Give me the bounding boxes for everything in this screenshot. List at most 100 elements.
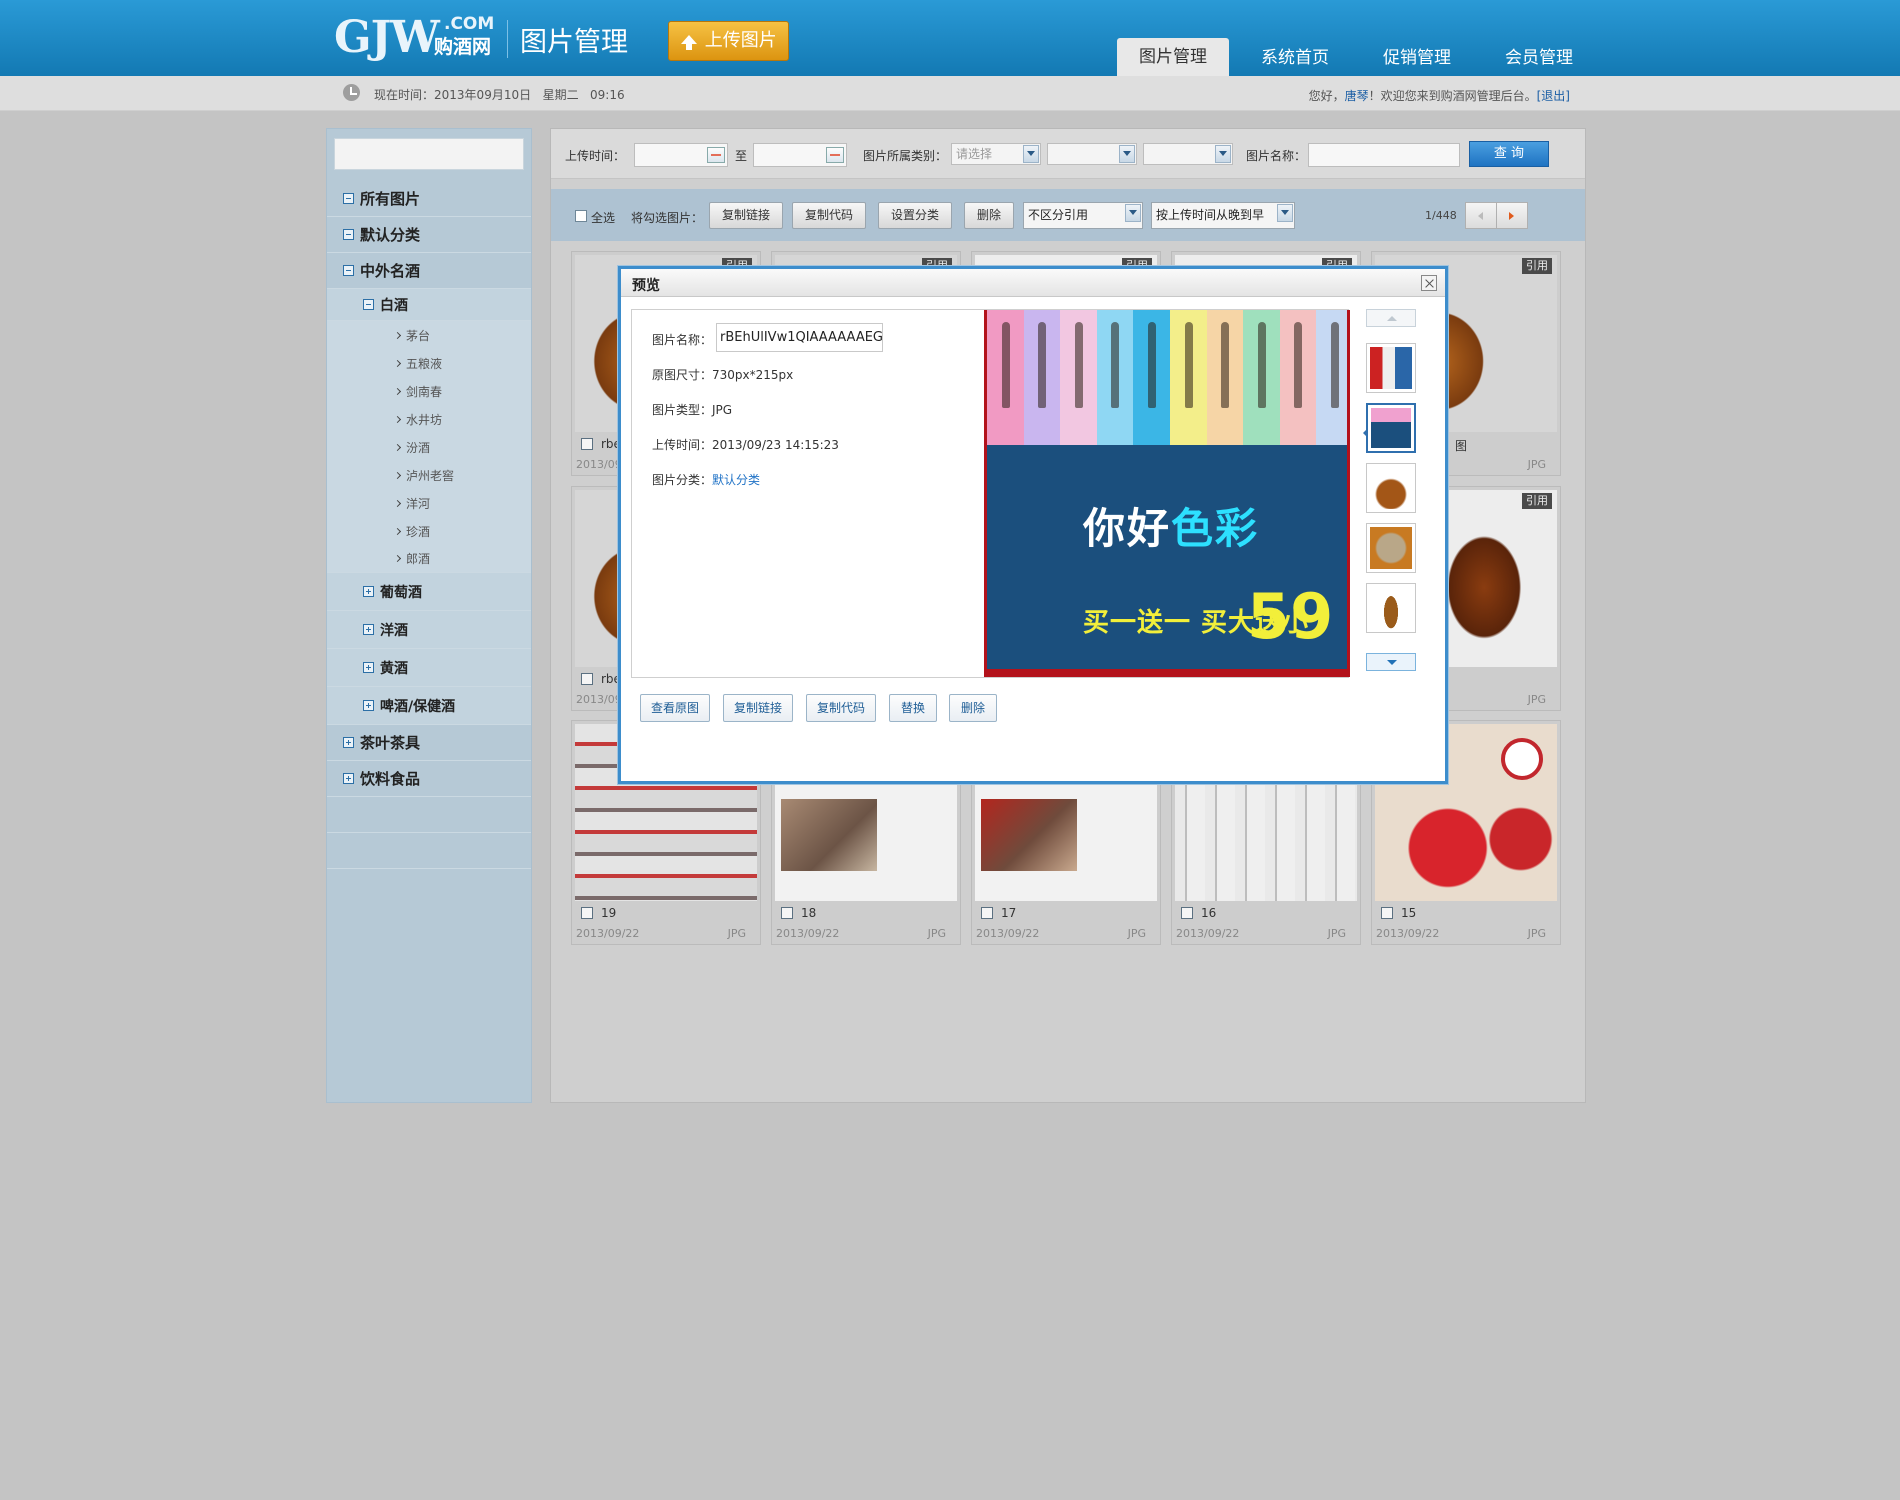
- category-row: 图片分类：默认分类: [652, 471, 760, 488]
- card-checkbox[interactable]: [1381, 907, 1393, 919]
- sidebar-item-foreign-liquor[interactable]: 洋酒: [327, 611, 531, 649]
- reference-filter-value: 不区分引用: [1028, 208, 1089, 222]
- category-select-1[interactable]: 请选择: [951, 143, 1041, 165]
- category-label: 图片分类：: [652, 473, 713, 487]
- logo[interactable]: GJW .COM 购酒网: [334, 12, 494, 63]
- tab-promotion[interactable]: 促销管理: [1361, 38, 1473, 76]
- thumb-scroll-down-button[interactable]: [1366, 653, 1416, 671]
- card-date: 2013/09: [576, 458, 622, 471]
- sidebar-item-liquor[interactable]: 中外名酒: [327, 253, 531, 289]
- expand-icon[interactable]: [343, 773, 354, 784]
- sidebar-leaf-yanghe[interactable]: 洋河: [327, 489, 531, 517]
- query-button[interactable]: 查 询: [1469, 141, 1549, 167]
- sidebar-item-food[interactable]: 饮料食品: [327, 761, 531, 797]
- thumbnail[interactable]: [1366, 583, 1416, 633]
- select-all-label[interactable]: 全选: [591, 209, 615, 226]
- name-label: 图片名称：: [652, 333, 713, 347]
- select-all-checkbox[interactable]: [575, 210, 587, 222]
- prev-page-button[interactable]: [1465, 202, 1497, 229]
- card-checkbox[interactable]: [581, 907, 593, 919]
- sidebar-leaf-langjiu[interactable]: 郎酒: [327, 545, 531, 573]
- sidebar-item-tea[interactable]: 茶叶茶具: [327, 725, 531, 761]
- thumbnail-active[interactable]: [1366, 403, 1416, 453]
- image-name-input[interactable]: [1308, 143, 1460, 167]
- sidebar-item-all[interactable]: 所有图片: [327, 181, 531, 217]
- batch-label: 将勾选图片：: [631, 211, 704, 225]
- clock-icon: [343, 84, 360, 101]
- sidebar-leaf-zhenjiu[interactable]: 珍酒: [327, 517, 531, 545]
- batch-copy-link-button[interactable]: 复制链接: [709, 202, 783, 229]
- batch-copy-code-button[interactable]: 复制代码: [792, 202, 866, 229]
- close-icon[interactable]: [1421, 275, 1437, 291]
- thumb-scroll-up-button[interactable]: [1366, 309, 1416, 327]
- next-page-button[interactable]: [1496, 202, 1528, 229]
- category-select-3[interactable]: [1143, 143, 1233, 165]
- delete-button[interactable]: 删除: [949, 694, 997, 722]
- collapse-icon[interactable]: [343, 265, 354, 276]
- top-header: GJW .COM 购酒网 图片管理 上传图片 图片管理 系统首页 促销管理 会员…: [0, 0, 1900, 76]
- tab-system-home[interactable]: 系统首页: [1239, 38, 1351, 76]
- card-checkbox[interactable]: [781, 907, 793, 919]
- dropdown-arrow-icon: [1023, 145, 1039, 163]
- sidebar-item-default[interactable]: 默认分类: [327, 217, 531, 253]
- arrow-up-icon: [1387, 316, 1397, 321]
- sidebar-item-beer[interactable]: 啤酒/保健酒: [327, 687, 531, 725]
- expand-icon[interactable]: [363, 624, 374, 635]
- batch-set-category-button[interactable]: 设置分类: [878, 202, 952, 229]
- batch-delete-button[interactable]: 删除: [964, 202, 1014, 229]
- collapse-icon[interactable]: [343, 193, 354, 204]
- sidebar-search-input[interactable]: [334, 138, 524, 170]
- card-checkbox[interactable]: [1181, 907, 1193, 919]
- tab-image-management[interactable]: 图片管理: [1117, 38, 1229, 76]
- sidebar-item-rice-wine[interactable]: 黄酒: [327, 649, 531, 687]
- sidebar-item-baijiu[interactable]: 白酒: [327, 289, 531, 321]
- expand-icon[interactable]: [343, 737, 354, 748]
- tab-members[interactable]: 会员管理: [1483, 38, 1595, 76]
- quality-seal-icon: [1501, 738, 1543, 780]
- sidebar-leaf-wuliangye[interactable]: 五粮液: [327, 349, 531, 377]
- sidebar-item-label: 中外名酒: [360, 262, 421, 280]
- calendar-icon[interactable]: [826, 147, 844, 163]
- expand-icon[interactable]: [363, 662, 374, 673]
- thumbnail[interactable]: [1366, 463, 1416, 513]
- sidebar-leaf-maotai[interactable]: 茅台: [327, 321, 531, 349]
- user-name[interactable]: 唐琴: [1345, 89, 1369, 103]
- thumbnail[interactable]: [1366, 343, 1416, 393]
- expand-icon[interactable]: [363, 586, 374, 597]
- dialog-title: 预览: [632, 278, 660, 294]
- dropdown-arrow-icon: [1119, 145, 1135, 163]
- card-checkbox[interactable]: [581, 673, 593, 685]
- card-checkbox[interactable]: [581, 438, 593, 450]
- chevron-right-icon: [393, 499, 402, 507]
- start-date-input[interactable]: [634, 143, 728, 167]
- collapse-icon[interactable]: [363, 299, 374, 310]
- category-select-2[interactable]: [1047, 143, 1137, 165]
- copy-link-button[interactable]: 复制链接: [723, 694, 793, 722]
- logout-link[interactable]: [退出]: [1537, 89, 1570, 103]
- thumbnail[interactable]: [1366, 523, 1416, 573]
- reference-filter-select[interactable]: 不区分引用: [1023, 202, 1143, 229]
- calendar-icon[interactable]: [707, 147, 725, 163]
- image-name-field[interactable]: rBEhUlIVw1QIAAAAAAEGcI: [716, 323, 883, 352]
- card-checkbox[interactable]: [981, 907, 993, 919]
- copy-code-button[interactable]: 复制代码: [806, 694, 876, 722]
- banner-headline: 你好色彩: [1083, 495, 1259, 556]
- dropdown-arrow-icon: [1215, 145, 1231, 163]
- sidebar-leaf-fenjiu[interactable]: 汾酒: [327, 433, 531, 461]
- sidebar-item-wine[interactable]: 葡萄酒: [327, 573, 531, 611]
- end-date-input[interactable]: [753, 143, 847, 167]
- current-time: 现在时间：2013年09月10日 星期二 09:16: [374, 86, 625, 103]
- sidebar-leaf-shuijingfang[interactable]: 水井坊: [327, 405, 531, 433]
- sidebar-leaf-jiannanchun[interactable]: 剑南春: [327, 377, 531, 405]
- collapse-icon[interactable]: [343, 229, 354, 240]
- view-original-button[interactable]: 查看原图: [640, 694, 710, 722]
- expand-icon[interactable]: [363, 700, 374, 711]
- card-format: JPG: [927, 927, 946, 940]
- sidebar-leaf-luzhou[interactable]: 泸州老窖: [327, 461, 531, 489]
- sidebar-item-label: 葡萄酒: [380, 584, 422, 601]
- upload-image-button[interactable]: 上传图片: [668, 21, 789, 61]
- replace-button[interactable]: 替换: [889, 694, 937, 722]
- category-link[interactable]: 默认分类: [712, 473, 760, 487]
- sort-select[interactable]: 按上传时间从晚到早: [1151, 202, 1295, 229]
- filter-bar: 上传时间： 至 图片所属类别： 请选择 图片名称： 查 询: [551, 129, 1585, 179]
